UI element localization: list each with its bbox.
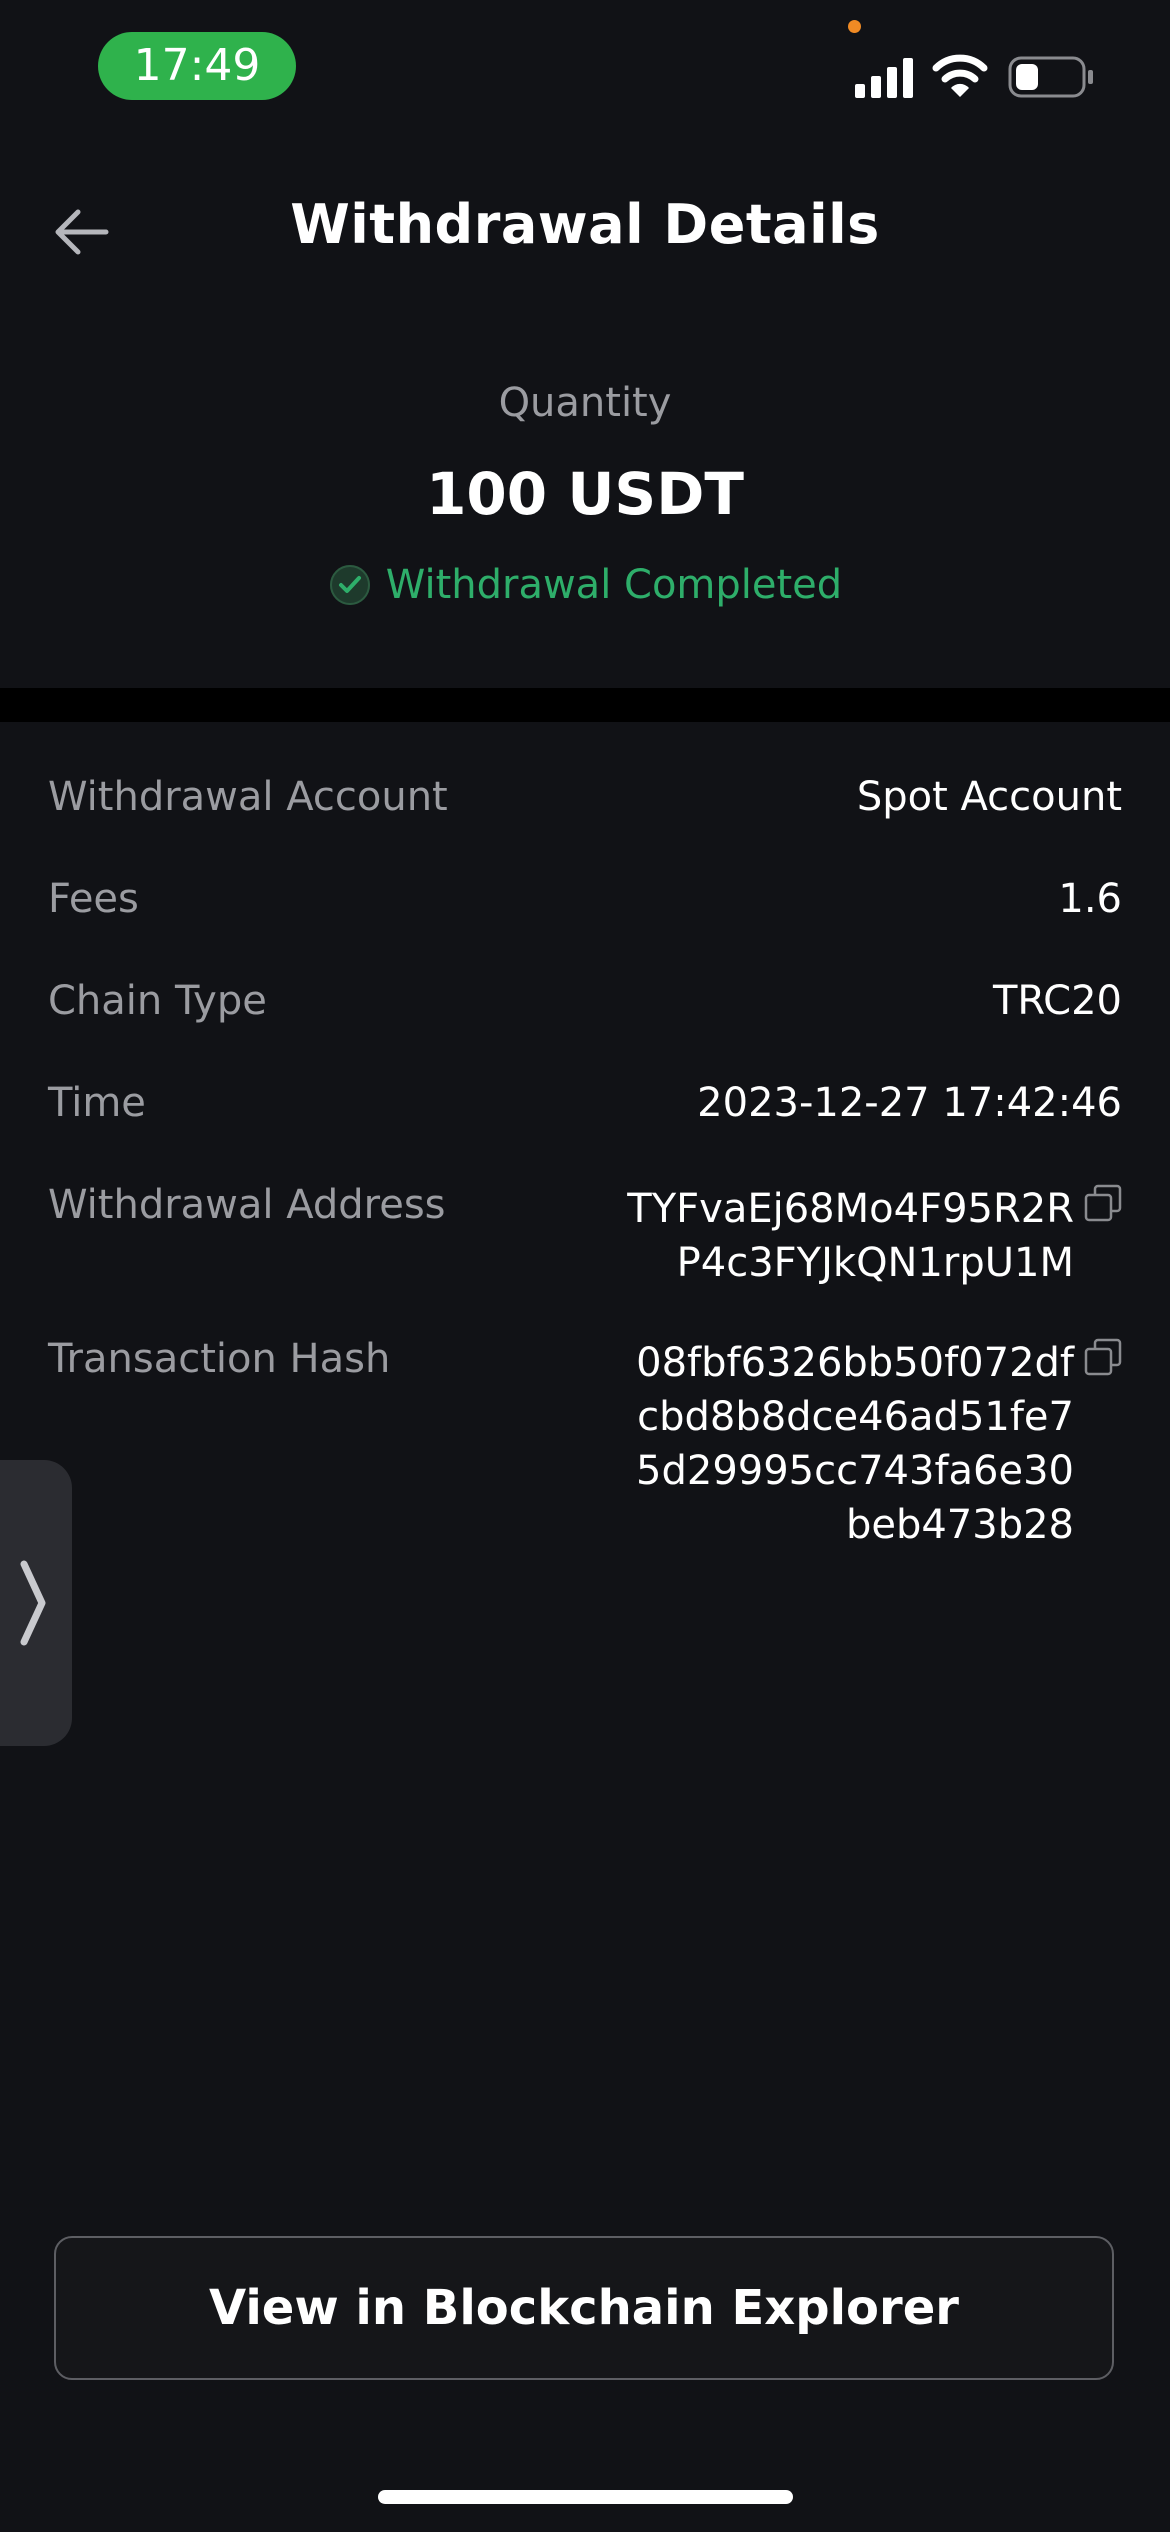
- detail-row-fees: Fees 1.6: [48, 876, 1122, 936]
- detail-row-chain-type: Chain Type TRC20: [48, 978, 1122, 1038]
- hash-line: 08fbf6326bb50f072df: [636, 1340, 1074, 1386]
- detail-value: 1.6: [1058, 876, 1122, 922]
- home-indicator[interactable]: [378, 2490, 793, 2504]
- page-title: Withdrawal Details: [290, 193, 880, 256]
- quantity-label: Quantity: [498, 380, 672, 426]
- detail-row-transaction-hash: Transaction Hash 08fbf6326bb50f072df cbd…: [48, 1336, 1122, 1566]
- detail-value: Spot Account: [856, 774, 1122, 820]
- copy-icon[interactable]: [1084, 1338, 1122, 1376]
- hash-line: 5d29995cc743fa6e30: [636, 1448, 1074, 1494]
- status-bar: 17:49: [0, 0, 1170, 130]
- address-line: P4c3FYJkQN1rpU1M: [676, 1240, 1074, 1286]
- detail-row-time: Time 2023-12-27 17:42:46: [48, 1080, 1122, 1140]
- hash-line: beb473b28: [845, 1502, 1074, 1548]
- detail-row-withdrawal-account: Withdrawal Account Spot Account: [48, 774, 1122, 834]
- header: Withdrawal Details: [0, 160, 1170, 290]
- detail-label: Fees: [48, 876, 139, 922]
- side-drawer-handle[interactable]: [0, 1460, 72, 1746]
- status-time: 17:49: [98, 32, 296, 100]
- detail-value: TRC20: [992, 978, 1122, 1024]
- section-divider: [0, 688, 1170, 722]
- detail-label: Time: [48, 1080, 146, 1126]
- chevron-right-icon: [20, 1560, 46, 1646]
- status-text: Withdrawal Completed: [385, 562, 843, 608]
- detail-label: Withdrawal Address: [48, 1182, 446, 1228]
- detail-label: Chain Type: [48, 978, 267, 1024]
- detail-row-withdrawal-address: Withdrawal Address TYFvaEj68Mo4F95R2R P4…: [48, 1182, 1122, 1302]
- withdrawal-summary: Quantity 100 USDT Withdrawal Completed: [0, 290, 1170, 688]
- detail-value: 2023-12-27 17:42:46: [697, 1080, 1122, 1126]
- transaction-hash-value: 08fbf6326bb50f072df cbd8b8dce46ad51fe7 5…: [636, 1336, 1074, 1552]
- view-in-blockchain-explorer-button[interactable]: View in Blockchain Explorer: [54, 2236, 1114, 2380]
- back-button[interactable]: [50, 200, 114, 264]
- withdrawal-address-value: TYFvaEj68Mo4F95R2R P4c3FYJkQN1rpU1M: [627, 1182, 1074, 1290]
- battery-icon: [1008, 56, 1093, 98]
- detail-label: Withdrawal Account: [48, 774, 448, 820]
- copy-icon[interactable]: [1084, 1184, 1122, 1222]
- detail-label: Transaction Hash: [48, 1336, 391, 1382]
- hash-line: cbd8b8dce46ad51fe7: [637, 1394, 1074, 1440]
- wifi-icon: [932, 54, 988, 97]
- signal-icon: [855, 58, 913, 98]
- privacy-indicator-dot: [848, 20, 861, 33]
- back-arrow-icon: [55, 209, 109, 255]
- check-circle-icon: [329, 565, 370, 605]
- address-line: TYFvaEj68Mo4F95R2R: [627, 1186, 1074, 1232]
- withdrawal-status: Withdrawal Completed: [0, 562, 1170, 608]
- quantity-amount: 100 USDT: [426, 460, 744, 528]
